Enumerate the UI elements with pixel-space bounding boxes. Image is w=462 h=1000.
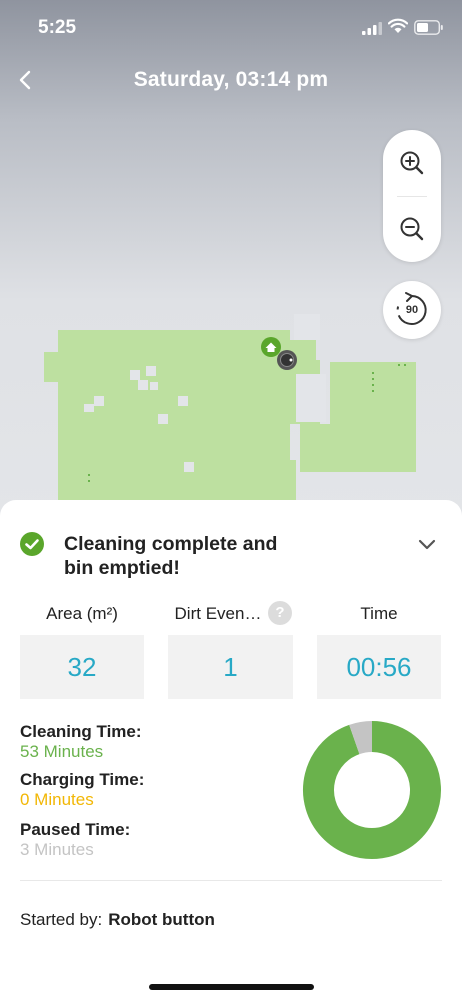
charging-time-label: Charging Time: — [20, 770, 145, 789]
donut-segment-cleaning — [303, 721, 441, 859]
rotate-angle-label: 90 — [405, 304, 419, 316]
zoom-in-icon — [400, 151, 424, 175]
area-label: Area (m²) — [46, 604, 118, 623]
donut-segments — [303, 721, 441, 859]
cleaning-time-value: 53 Minutes — [20, 742, 104, 761]
paused-time-value: 3 Minutes — [20, 840, 94, 859]
divider — [20, 880, 442, 881]
status-bar: 5:25 — [0, 0, 462, 56]
cleaning-time-label: Cleaning Time: — [20, 722, 142, 741]
page-title: Saturday, 03:14 pm — [133, 68, 329, 91]
dirt-events-value: 1 — [168, 635, 293, 699]
battery-icon — [414, 20, 443, 35]
time-breakdown-donut — [303, 721, 441, 859]
check-circle-icon — [20, 532, 44, 556]
job-status-line-1: Cleaning complete and — [64, 533, 278, 555]
time-label: Time — [360, 604, 398, 623]
time-value: 00:56 — [317, 635, 441, 699]
paused-time-label: Paused Time: — [20, 820, 131, 839]
started-by-label: Started by: — [20, 910, 103, 929]
chevron-down-icon[interactable] — [414, 534, 440, 554]
cleaned-area — [44, 330, 416, 500]
header: Saturday, 03:14 pm — [0, 56, 462, 106]
zoom-out-icon — [400, 217, 424, 241]
job-status-title: Cleaning complete and bin emptied! — [64, 532, 364, 580]
wifi-icon — [388, 18, 408, 33]
help-icon[interactable]: ? — [268, 601, 292, 625]
job-summary-sheet: Cleaning complete and bin emptied! Area … — [0, 500, 462, 1000]
started-by: Started by: Robot button — [20, 910, 215, 930]
home-indicator[interactable] — [149, 984, 314, 990]
dirt-events-label: Dirt Even… — [174, 604, 262, 623]
zoom-controls — [383, 130, 441, 262]
cellular-signal-icon — [362, 22, 382, 35]
job-status-line-2: bin emptied! — [64, 557, 180, 579]
started-by-value: Robot button — [108, 910, 215, 929]
zoom-out-button[interactable] — [383, 196, 441, 262]
rotate-map-button[interactable]: 90 — [383, 281, 441, 339]
charging-time-value: 0 Minutes — [20, 790, 94, 809]
donut-segment-paused — [349, 721, 373, 755]
area-value: 32 — [20, 635, 144, 699]
zoom-in-button[interactable] — [383, 130, 441, 196]
status-time: 5:25 — [38, 17, 77, 38]
cleaning-map[interactable] — [0, 300, 462, 520]
